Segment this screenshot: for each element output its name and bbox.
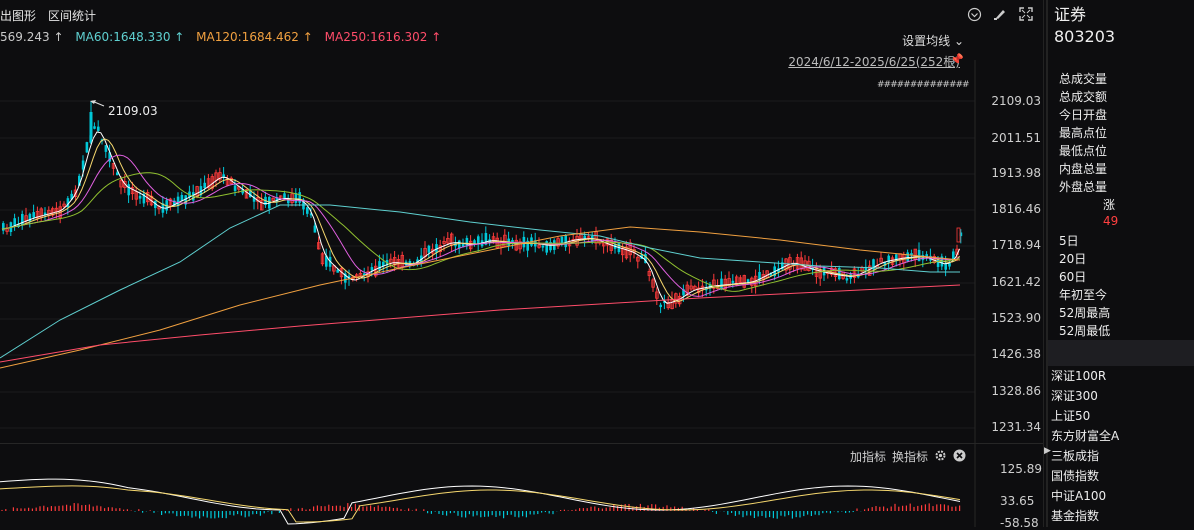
price-tick: 1426.38 xyxy=(991,347,1041,361)
candle-body xyxy=(564,235,567,248)
price-tick: 1231.34 xyxy=(991,420,1041,434)
index-item[interactable]: 中证A100 xyxy=(1051,486,1119,506)
candle-body xyxy=(458,240,461,248)
index-item[interactable]: 深证100R xyxy=(1051,366,1119,386)
index-item[interactable]: 东方财富全A xyxy=(1051,426,1119,446)
price-tick: 1816.46 xyxy=(991,202,1041,216)
indicator-toolbar: 加指标 换指标 xyxy=(850,448,966,465)
pane-separator xyxy=(0,443,1044,444)
chart-panel[interactable]: 出图形 区间统计 569.243 ↑ MA60:1648.330 ↑ MA120… xyxy=(0,0,1044,530)
period-label: 20日 xyxy=(1059,252,1087,266)
security-title: 证券 xyxy=(1054,5,1087,24)
candle-body xyxy=(93,126,96,129)
stat-label: 总成交额 xyxy=(1059,90,1108,104)
quote-sidebar: 证券 803203 总成交量 总成交额 今日开盘 最高点位 最低点位 内盘总量 … xyxy=(1044,0,1194,527)
candle-body xyxy=(956,227,961,243)
index-list: 深证100R 深证300 上证50 东方财富全A 三板成指 国债指数 中证A10… xyxy=(1051,366,1119,526)
add-indicator-button[interactable]: 加指标 xyxy=(850,448,886,465)
price-tick: 2109.03 xyxy=(991,94,1041,108)
price-tick: 1523.90 xyxy=(991,311,1041,325)
ma250-line xyxy=(0,284,961,363)
candle-body xyxy=(845,278,849,281)
collapse-arrow-icon[interactable]: ▶ xyxy=(1044,446,1051,456)
price-tick: 1621.42 xyxy=(991,275,1041,289)
index-item[interactable]: 三板成指 xyxy=(1051,446,1119,466)
close-icon[interactable] xyxy=(953,449,966,465)
stat-label: 最高点位 xyxy=(1059,126,1108,140)
period-label: 60日 xyxy=(1059,270,1087,284)
ma120-line xyxy=(0,226,961,369)
candle-body xyxy=(127,184,130,196)
index-item[interactable]: 上证50 xyxy=(1051,406,1119,426)
candle-body xyxy=(283,193,286,199)
candle-body xyxy=(313,225,317,233)
candle-body xyxy=(294,193,298,203)
price-tick: 1718.94 xyxy=(991,238,1041,252)
index-item[interactable]: 国债指数 xyxy=(1051,466,1119,486)
candle-body xyxy=(89,112,93,138)
candle-body xyxy=(233,185,237,191)
dea-line xyxy=(0,485,961,523)
candle-body xyxy=(473,240,476,244)
stat-label: 外盘总量 xyxy=(1059,180,1108,194)
candle-body xyxy=(21,213,24,226)
rise-count-label: 涨 xyxy=(1103,198,1116,212)
price-tick: 1913.98 xyxy=(991,166,1041,180)
stat-label: 总成交量 xyxy=(1059,72,1108,86)
candle-body xyxy=(85,142,89,153)
candle-body xyxy=(336,269,339,273)
stat-label: 今日开盘 xyxy=(1059,108,1108,122)
period-label: 年初至今 xyxy=(1059,288,1108,302)
candle-body xyxy=(298,192,301,203)
index-item[interactable]: 深证300 xyxy=(1051,386,1119,406)
switch-indicator-button[interactable]: 换指标 xyxy=(892,448,928,465)
index-item[interactable]: 基金指数 xyxy=(1051,506,1119,526)
indicator-tick: -58.58 xyxy=(1000,516,1039,530)
period-label: 52周最低 xyxy=(1059,324,1111,338)
candle-body xyxy=(465,237,469,247)
indicator-tick: 125.89 xyxy=(1000,462,1042,476)
stats-list: 总成交量 总成交额 今日开盘 最高点位 最低点位 内盘总量 外盘总量 xyxy=(1059,70,1107,196)
candle-body xyxy=(477,236,480,245)
period-label: 5日 xyxy=(1059,234,1079,248)
candle-body xyxy=(306,207,309,214)
price-axis: 2109.03 2011.51 1913.98 1816.46 1718.94 … xyxy=(975,92,1043,437)
gear-icon[interactable] xyxy=(934,449,947,465)
candle-body xyxy=(944,263,947,270)
stat-label: 内盘总量 xyxy=(1059,162,1108,176)
candle-body xyxy=(427,245,431,253)
candle-body xyxy=(138,195,142,199)
price-tick: 2011.51 xyxy=(991,131,1041,145)
candle-body xyxy=(32,212,35,218)
candle-body xyxy=(731,280,735,283)
candle-body xyxy=(720,278,723,289)
dif-line xyxy=(0,478,961,525)
period-label: 52周最高 xyxy=(1059,306,1111,320)
candle-body xyxy=(370,267,374,271)
stat-label: 最低点位 xyxy=(1059,144,1108,158)
period-list: 5日 20日 60日 年初至今 52周最高 52周最低 xyxy=(1059,232,1110,340)
price-tick: 1328.86 xyxy=(991,384,1041,398)
candle-body xyxy=(97,126,100,131)
candle-body xyxy=(541,245,545,248)
sidebar-search-box[interactable] xyxy=(1048,340,1194,366)
candle-body xyxy=(906,252,909,262)
indicator-tick: 33.65 xyxy=(1000,494,1035,508)
candle-body xyxy=(203,182,206,189)
security-code: 803203 xyxy=(1054,27,1116,46)
candle-body xyxy=(659,304,662,308)
rise-count-value: 49 xyxy=(1103,214,1119,228)
peak-value-label: 2109.03 xyxy=(108,104,158,118)
